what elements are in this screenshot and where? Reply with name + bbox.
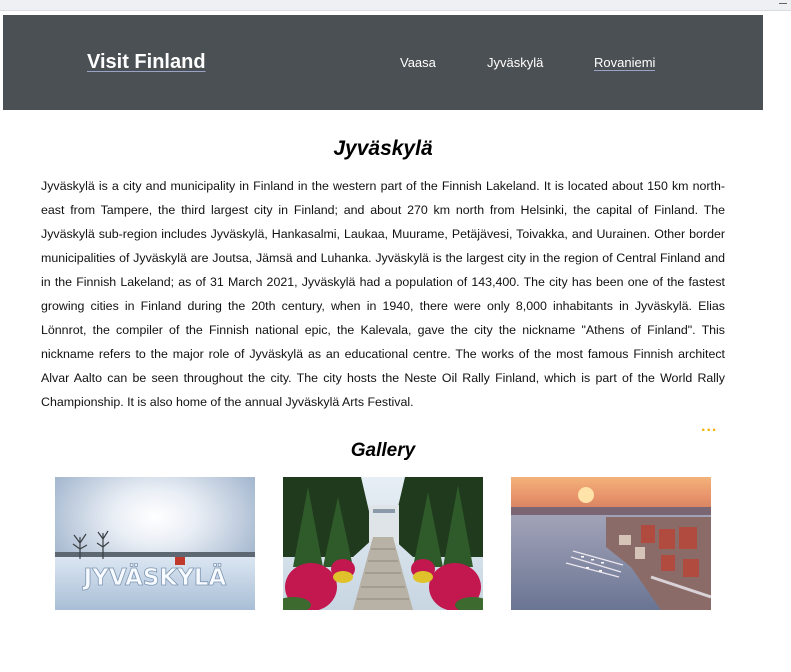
browser-top-strip: [0, 0, 791, 11]
minimize-icon[interactable]: [779, 0, 787, 4]
gallery-photo-winter-sign[interactable]: JYVÄSKYLÄ: [55, 477, 255, 610]
site-navbar: Visit Finland Vaasa Jyväskylä Rovaniemi: [3, 15, 763, 110]
sign-letters: JYVÄSKYLÄ: [82, 563, 227, 591]
article-text: Jyväskylä is a city and municipality in …: [41, 179, 725, 409]
stairway-image: [283, 477, 483, 610]
gallery-photo-harbor-sunset[interactable]: [511, 477, 711, 610]
gallery-photo-stairway[interactable]: [283, 477, 483, 610]
nav-link-vaasa[interactable]: Vaasa: [400, 55, 436, 70]
gallery-title: Gallery: [350, 440, 416, 461]
brand-link[interactable]: Visit Finland: [87, 51, 206, 74]
winter-sign-image: JYVÄSKYLÄ: [55, 477, 255, 610]
nav-link-rovaniemi[interactable]: Rovaniemi: [594, 55, 656, 71]
harbor-sunset-image: [511, 477, 711, 610]
nav-link-jyvaskyla[interactable]: Jyväskylä: [487, 55, 543, 70]
read-more-link[interactable]: ...: [701, 418, 717, 436]
page-title: Jyväskylä: [333, 137, 433, 160]
